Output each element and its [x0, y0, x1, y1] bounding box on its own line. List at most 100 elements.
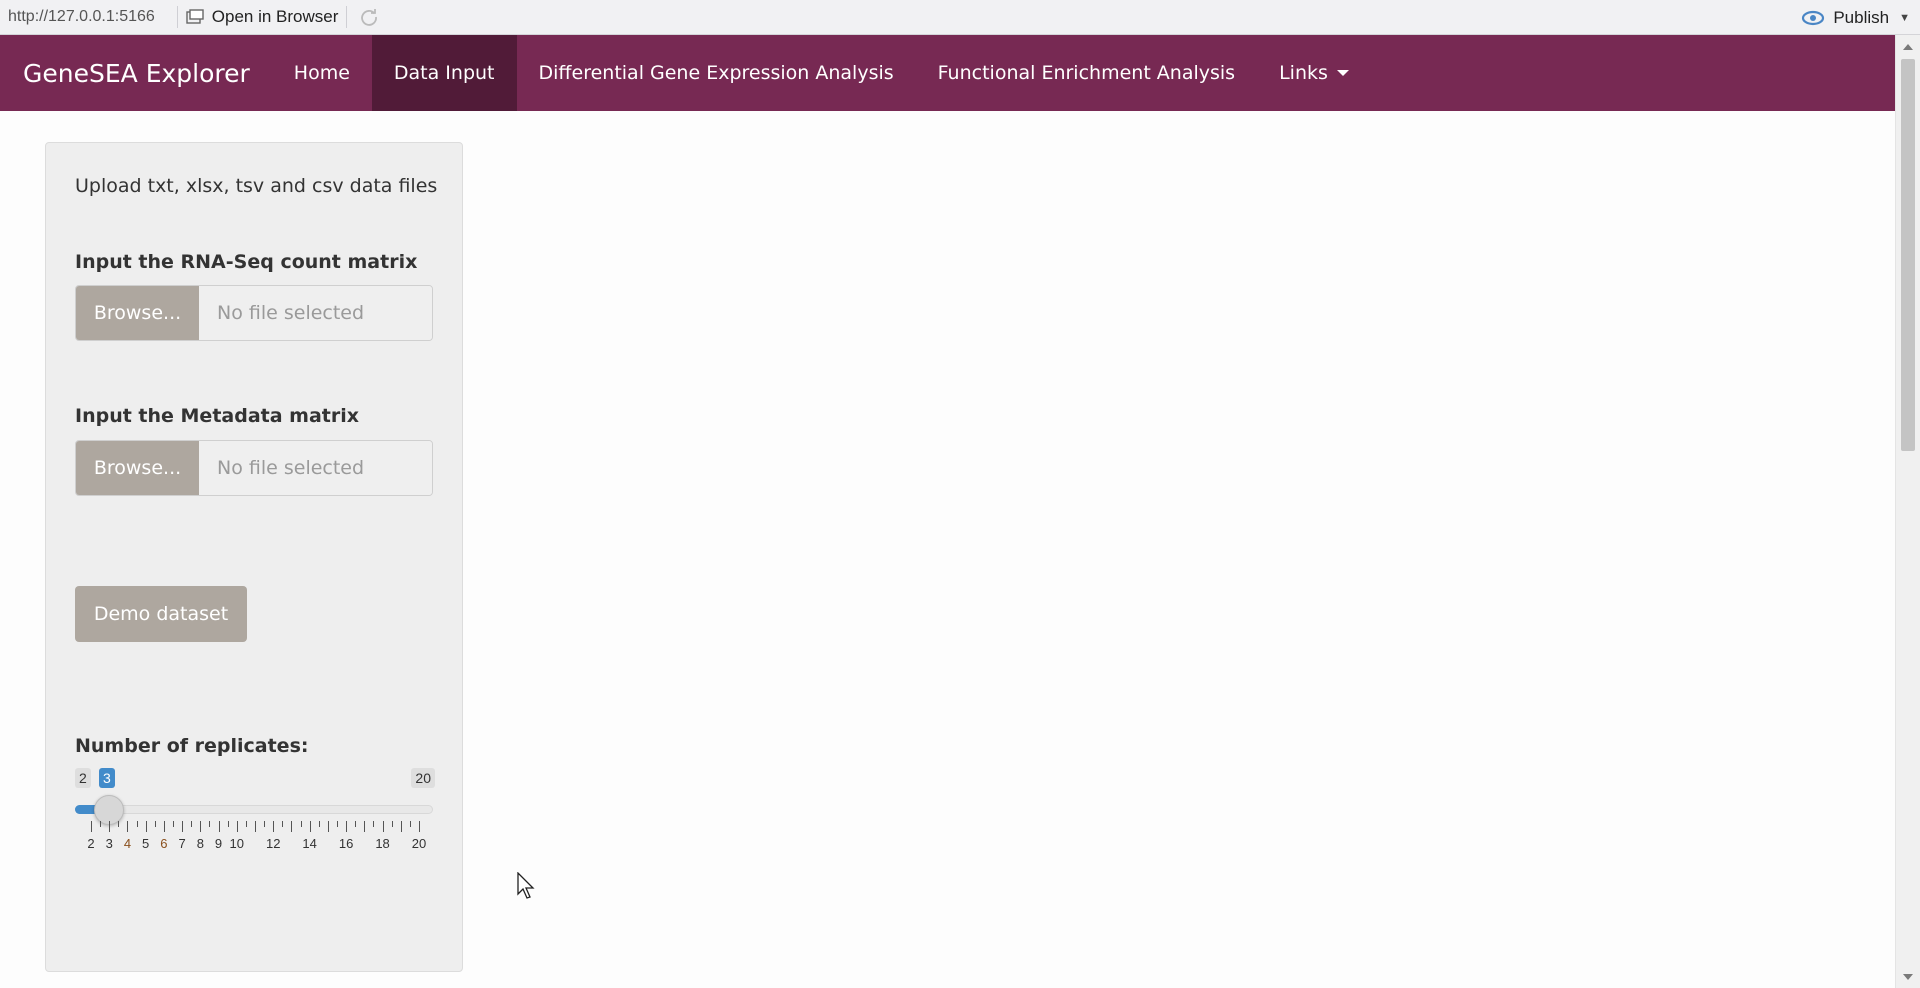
slider-tick — [255, 821, 256, 832]
slider-tick — [291, 821, 293, 832]
tab-differential-expression-label: Differential Gene Expression Analysis — [538, 62, 894, 84]
slider-tick — [327, 821, 329, 832]
slider-tick — [373, 821, 375, 827]
toolbar-divider-2 — [346, 6, 348, 28]
slider-tick — [318, 821, 320, 827]
open-window-icon — [186, 9, 204, 24]
slider-tick-label: 12 — [265, 836, 281, 851]
app-brand[interactable]: GeneSEA Explorer — [0, 59, 272, 88]
slider-tick — [191, 821, 193, 827]
tab-functional-enrichment[interactable]: Functional Enrichment Analysis — [916, 35, 1257, 111]
mouse-pointer-icon — [517, 872, 535, 899]
slider-tick-label: 7 — [178, 836, 186, 851]
slider-tick — [337, 821, 338, 827]
slider-tick-label: 4 — [123, 836, 132, 851]
slider-tick — [236, 821, 238, 832]
slider-tick-label: 14 — [302, 836, 317, 851]
slider-tick — [227, 821, 229, 827]
demo-dataset-button[interactable]: Demo dataset — [75, 586, 247, 642]
slider-tick-label: 18 — [375, 836, 390, 851]
slider-tick — [391, 821, 393, 827]
publish-button[interactable]: Publish ▼ — [1801, 0, 1910, 35]
tab-differential-expression[interactable]: Differential Gene Expression Analysis — [517, 35, 916, 111]
count-matrix-label: Input the RNA-Seq count matrix — [75, 251, 418, 273]
open-in-browser-label: Open in Browser — [211, 7, 339, 26]
caret-down-icon — [1336, 70, 1349, 76]
slider-tick-label: 20 — [411, 836, 427, 851]
slider-tick-label: 2 — [87, 836, 95, 851]
slider-tick-label: 5 — [142, 836, 150, 851]
slider-tick — [209, 821, 211, 827]
tab-functional-enrichment-label: Functional Enrichment Analysis — [937, 62, 1236, 84]
toolbar-divider — [176, 6, 178, 28]
replicates-slider[interactable]: 2 3 20 2 3 4 5 6 7 8 9 10 12 14 16 18 20 — [75, 768, 435, 851]
slider-track[interactable] — [75, 805, 433, 814]
metadata-matrix-file-input: Browse... No file selected — [75, 440, 433, 496]
metadata-matrix-label: Input the Metadata matrix — [75, 405, 360, 427]
slider-tick — [145, 821, 147, 832]
slider-tick-label: 16 — [338, 836, 354, 851]
slider-tick — [100, 821, 102, 827]
slider-tick-label: 6 — [160, 836, 168, 851]
slider-tick — [309, 821, 311, 832]
slider-tick-label: 10 — [229, 836, 244, 851]
slider-tick — [346, 821, 348, 832]
slider-tick — [382, 821, 384, 832]
slider-tick — [218, 821, 220, 832]
url-text[interactable]: http://127.0.0.1:5166 — [0, 8, 155, 26]
slider-tick-labels: 2 3 4 5 6 7 8 9 10 12 14 16 18 20 — [75, 836, 435, 852]
publish-icon — [1802, 10, 1825, 25]
count-matrix-file-name[interactable]: No file selected — [199, 286, 432, 340]
slider-tick — [127, 821, 129, 832]
slider-tick — [273, 821, 275, 832]
chevron-down-icon[interactable]: ▼ — [1899, 12, 1910, 24]
slider-max-label: 20 — [411, 768, 435, 788]
slider-tick — [182, 821, 184, 832]
slider-tick-label: 9 — [214, 836, 223, 851]
browser-toolbar: http://127.0.0.1:5166 Open in Browser Pu… — [0, 0, 1920, 35]
slider-tick-label: 8 — [196, 836, 204, 851]
tab-data-input[interactable]: Data Input — [371, 35, 517, 111]
slider-tick — [355, 821, 357, 827]
replicates-label: Number of replicates: — [75, 735, 309, 757]
app-navbar: GeneSEA Explorer Home Data Input Differe… — [0, 35, 1895, 111]
tab-links-label: Links — [1279, 62, 1328, 84]
open-in-browser-button[interactable]: Open in Browser — [186, 7, 339, 27]
slider-tick — [300, 821, 302, 827]
tab-data-input-label: Data Input — [393, 62, 495, 84]
slider-value-label: 3 — [99, 768, 115, 788]
publish-label: Publish — [1833, 7, 1890, 27]
slider-tick — [364, 821, 366, 832]
slider-tick — [154, 821, 156, 827]
page-scrollbar[interactable] — [1895, 35, 1920, 988]
slider-tick — [163, 821, 165, 832]
slider-tick — [173, 821, 174, 827]
tab-links-dropdown[interactable]: Links — [1257, 35, 1371, 111]
slider-tick-label: 3 — [105, 836, 113, 851]
upload-help-text: Upload txt, xlsx, tsv and csv data files — [75, 175, 438, 197]
slider-tick — [200, 821, 202, 832]
slider-tick — [419, 821, 420, 832]
count-matrix-browse-button[interactable]: Browse... — [76, 286, 199, 340]
refresh-icon — [361, 9, 378, 26]
slider-tick — [118, 821, 120, 827]
metadata-matrix-file-name[interactable]: No file selected — [199, 441, 432, 495]
slider-tick — [109, 821, 111, 832]
scroll-up-icon[interactable] — [1903, 44, 1913, 50]
scroll-down-icon[interactable] — [1903, 974, 1913, 980]
tab-home[interactable]: Home — [272, 35, 372, 111]
slider-tick — [91, 821, 92, 832]
slider-tick — [282, 821, 284, 827]
slider-tick — [264, 821, 266, 827]
scroll-thumb[interactable] — [1901, 59, 1915, 451]
slider-tick — [245, 821, 247, 827]
sidebar-panel: Upload txt, xlsx, tsv and csv data files… — [45, 142, 463, 972]
count-matrix-file-input: Browse... No file selected — [75, 285, 433, 341]
slider-tick — [409, 821, 411, 827]
metadata-matrix-browse-button[interactable]: Browse... — [76, 441, 199, 495]
slider-tick — [136, 821, 138, 827]
slider-tick — [400, 821, 402, 832]
slider-ticks — [75, 821, 435, 835]
slider-min-label: 2 — [75, 768, 91, 788]
refresh-button[interactable] — [359, 7, 379, 27]
